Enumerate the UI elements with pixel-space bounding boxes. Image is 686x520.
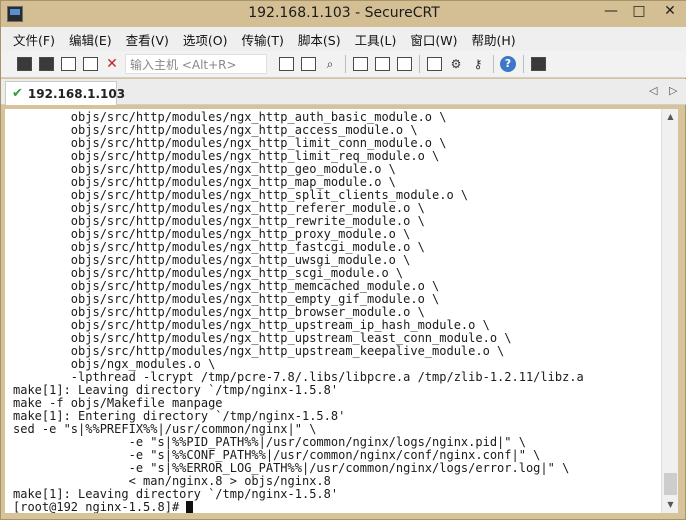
securecrt-window: 192.168.1.103 - SecureCRT — □ ✕ 文件(F) 编辑… bbox=[0, 0, 686, 520]
print-selection-icon[interactable] bbox=[373, 55, 391, 73]
terminal-scrollbar[interactable]: ▲ ▼ bbox=[661, 109, 678, 513]
window-title: 192.168.1.103 - SecureCRT bbox=[248, 5, 440, 21]
session-tab-bar: ✔ 192.168.1.103 ◁ ▷ bbox=[1, 79, 686, 105]
terminal-output[interactable]: objs/src/http/modules/ngx_http_auth_basi… bbox=[5, 109, 661, 513]
global-options-icon[interactable]: ⚙ bbox=[447, 55, 465, 73]
toolbar-separator bbox=[345, 55, 346, 73]
menu-window[interactable]: 窗口(W) bbox=[410, 30, 457, 49]
tab-label: 192.168.1.103 bbox=[27, 86, 126, 101]
disconnect-icon[interactable]: ✕ bbox=[103, 55, 121, 73]
toolbar-separator bbox=[493, 55, 494, 73]
sftp-icon[interactable] bbox=[529, 55, 547, 73]
tab-192-168-1-103[interactable]: ✔ 192.168.1.103 bbox=[5, 81, 125, 105]
reconnect-icon[interactable] bbox=[81, 55, 99, 73]
terminal-lines: objs/src/http/modules/ngx_http_auth_basi… bbox=[13, 111, 584, 513]
menu-transfer[interactable]: 传输(T) bbox=[242, 30, 284, 49]
menu-tools[interactable]: 工具(L) bbox=[355, 30, 397, 49]
maximize-button[interactable]: □ bbox=[625, 1, 653, 23]
quick-connect-icon[interactable] bbox=[37, 55, 55, 73]
copy-icon[interactable] bbox=[277, 55, 295, 73]
connect-tab-icon[interactable] bbox=[59, 55, 77, 73]
keymap-icon[interactable]: ⚷ bbox=[469, 55, 487, 73]
toolbar: ✕ 输入主机 <Alt+R> ⌕ ⚙ ⚷ ? bbox=[1, 51, 686, 78]
tab-scroll-left-icon[interactable]: ◁ bbox=[649, 84, 657, 97]
session-options-icon[interactable] bbox=[425, 55, 443, 73]
text-cursor bbox=[186, 501, 194, 513]
find-icon[interactable]: ⌕ bbox=[321, 55, 339, 73]
menu-file[interactable]: 文件(F) bbox=[13, 30, 55, 49]
toolbar-separator bbox=[419, 55, 420, 73]
menu-script[interactable]: 脚本(S) bbox=[298, 30, 341, 49]
title-bar[interactable]: 192.168.1.103 - SecureCRT — □ ✕ bbox=[1, 1, 686, 27]
shell-prompt: [root@192 nginx-1.5.8]# bbox=[13, 500, 187, 514]
print-icon[interactable] bbox=[395, 55, 413, 73]
shell-prompt-line[interactable]: [root@192 nginx-1.5.8]# bbox=[13, 501, 584, 513]
menu-edit[interactable]: 编辑(E) bbox=[69, 30, 112, 49]
connected-check-icon: ✔ bbox=[12, 86, 23, 101]
menu-view[interactable]: 查看(V) bbox=[126, 30, 169, 49]
scroll-down-icon[interactable]: ▼ bbox=[662, 497, 679, 513]
tab-scroll-right-icon[interactable]: ▷ bbox=[669, 84, 677, 97]
toolbar-separator bbox=[523, 55, 524, 73]
help-icon[interactable]: ? bbox=[499, 55, 517, 73]
scroll-up-icon[interactable]: ▲ bbox=[662, 109, 679, 125]
minimize-button[interactable]: — bbox=[597, 1, 625, 23]
menu-options[interactable]: 选项(O) bbox=[183, 30, 228, 49]
connect-icon[interactable] bbox=[15, 55, 33, 73]
host-input[interactable]: 输入主机 <Alt+R> bbox=[125, 54, 267, 74]
print-screen-icon[interactable] bbox=[351, 55, 369, 73]
menu-bar: 文件(F) 编辑(E) 查看(V) 选项(O) 传输(T) 脚本(S) 工具(L… bbox=[1, 27, 686, 51]
menu-help[interactable]: 帮助(H) bbox=[471, 30, 515, 49]
close-button[interactable]: ✕ bbox=[653, 1, 686, 23]
paste-icon[interactable] bbox=[299, 55, 317, 73]
scroll-thumb[interactable] bbox=[664, 473, 677, 495]
